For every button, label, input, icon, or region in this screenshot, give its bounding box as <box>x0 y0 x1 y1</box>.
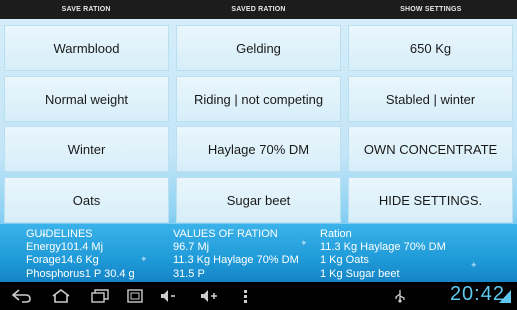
sparkle-decoration: ✦ <box>300 238 308 248</box>
ration-column: Ration 11.3 Kg Haylage 70% DM 1 Kg Oats … <box>320 228 446 281</box>
season-selector[interactable]: Winter <box>4 126 169 172</box>
condition-selector[interactable]: Normal weight <box>4 76 169 122</box>
value-forage: 11.3 Kg Haylage 70% DM <box>173 254 299 267</box>
guidelines-heading: GUIDELINES <box>26 228 93 240</box>
usb-icon <box>395 290 405 303</box>
save-ration-button[interactable]: SAVE RATION <box>0 0 172 19</box>
value-energy: 96.7 Mj <box>173 241 210 254</box>
ration-heading: Ration <box>320 228 352 240</box>
back-icon[interactable] <box>12 289 32 303</box>
volume-down-icon[interactable] <box>160 289 178 303</box>
system-navigation-bar: 20:42 <box>0 282 517 310</box>
show-settings-button[interactable]: SHOW SETTINGS <box>345 0 517 19</box>
guideline-forage: Forage14.6 Kg <box>26 254 99 267</box>
guidelines-column: GUIDELINES Energy101.4 Mj Forage14.6 Kg … <box>26 228 135 281</box>
supplement-selector[interactable]: Sugar beet <box>176 177 341 223</box>
app-screen: SAVE RATION SAVED RATION SHOW SETTINGS W… <box>0 0 517 282</box>
sparkle-decoration: ✦ <box>470 260 478 270</box>
signal-icon <box>499 290 511 303</box>
workload-selector[interactable]: Riding | not competing <box>176 76 341 122</box>
ration-item: 1 Kg Sugar beet <box>320 267 400 280</box>
volume-up-icon[interactable] <box>200 289 218 303</box>
sex-selector[interactable]: Gelding <box>176 25 341 71</box>
housing-selector[interactable]: Stabled | winter <box>348 76 513 122</box>
value-phosphorus: 31.5 P <box>173 267 205 280</box>
guideline-energy: Energy101.4 Mj <box>26 241 104 254</box>
breed-selector[interactable]: Warmblood <box>4 25 169 71</box>
menu-icon[interactable] <box>240 289 252 303</box>
values-heading: VALUES OF RATION <box>173 228 278 240</box>
guideline-phosphorus: Phosphorus1 P 30.4 g <box>26 267 135 280</box>
ration-info-panel: ✦ ✦ ✦ ✦ GUIDELINES Energy101.4 Mj Forage… <box>0 224 517 282</box>
ration-item: 11.3 Kg Haylage 70% DM <box>320 241 446 254</box>
hide-settings-button[interactable]: HIDE SETTINGS. <box>348 177 513 223</box>
saved-ration-button[interactable]: SAVED RATION <box>172 0 344 19</box>
concentrate-selector[interactable]: Oats <box>4 177 169 223</box>
own-concentrate-button[interactable]: OWN CONCENTRATE <box>348 126 513 172</box>
forage-selector[interactable]: Haylage 70% DM <box>176 126 341 172</box>
ration-item: 1 Kg Oats <box>320 254 369 267</box>
values-column: VALUES OF RATION 96.7 Mj 11.3 Kg Haylage… <box>173 228 299 281</box>
sparkle-decoration: ✦ <box>140 254 148 264</box>
home-icon[interactable] <box>51 289 71 303</box>
clock: 20:42 <box>449 283 505 305</box>
screenshot-icon[interactable] <box>127 289 143 303</box>
weight-selector[interactable]: 650 Kg <box>348 25 513 71</box>
recent-apps-icon[interactable] <box>90 289 110 303</box>
action-bar: SAVE RATION SAVED RATION SHOW SETTINGS <box>0 0 517 19</box>
